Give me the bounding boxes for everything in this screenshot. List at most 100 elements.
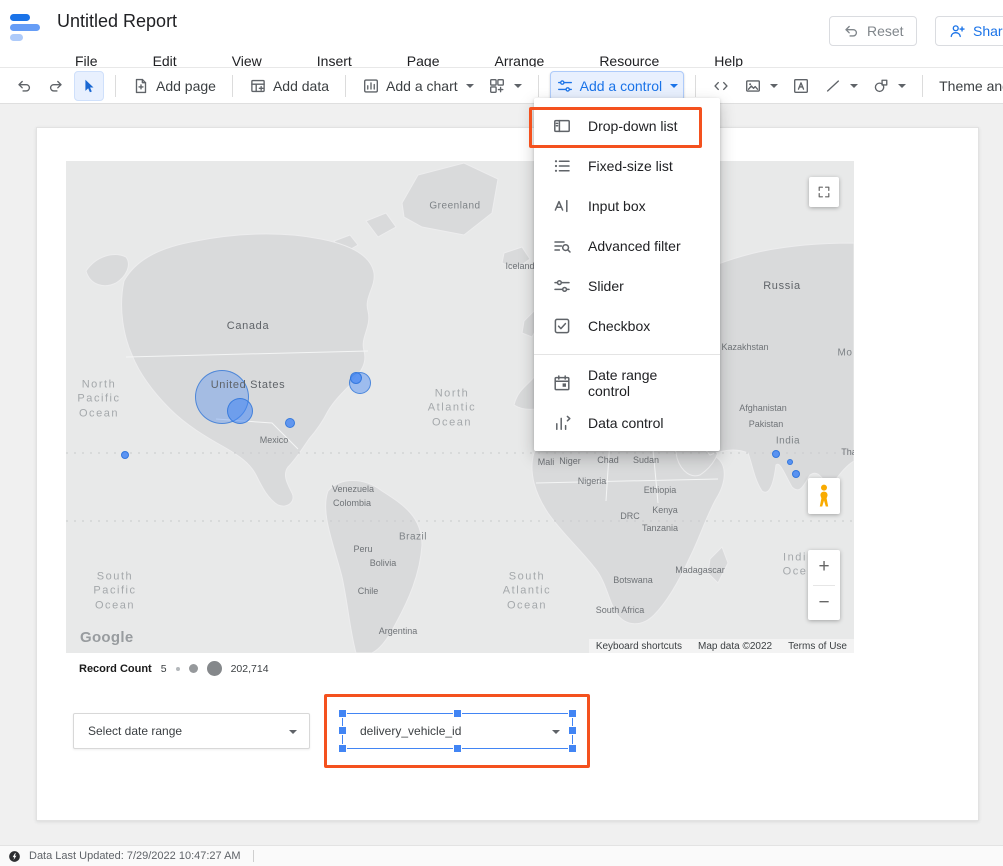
add-control-icon (556, 77, 574, 95)
shape-button[interactable] (867, 72, 911, 100)
select-tool-button[interactable] (74, 71, 104, 101)
text-box-button[interactable] (787, 72, 815, 100)
toolbar: Add page Add data Add a chart Add a control… (0, 67, 1003, 104)
selection-handle[interactable] (569, 710, 576, 717)
toolbar-separator (538, 75, 539, 97)
control-menu-item-input-box[interactable]: Input box (534, 186, 720, 226)
selection-handle[interactable] (454, 710, 461, 717)
chevron-down-icon (466, 84, 474, 88)
map-attribution-bar: Keyboard shortcuts Map data ©2022 Terms of… (589, 639, 854, 653)
report-title[interactable]: Untitled Report (57, 11, 177, 32)
map-data-label[interactable]: Map data ©2022 (698, 641, 772, 652)
add-chart-icon (362, 77, 380, 95)
menu-item-label: Checkbox (588, 318, 650, 334)
toolbar-separator (695, 75, 696, 97)
legend-dot-medium (189, 664, 198, 673)
legend-max-value: 202,714 (231, 663, 269, 675)
add-control-menu: Drop-down list Fixed-size list Input box Ad… (534, 98, 720, 451)
dropdown-control-delivery-vehicle-id[interactable]: delivery_vehicle_id (342, 713, 573, 749)
control-menu-item-data-control[interactable]: Data control (534, 403, 720, 443)
drop-down-list-icon (552, 116, 572, 136)
menu-item-label: Fixed-size list (588, 158, 673, 174)
add-control-button[interactable]: Add a control (550, 71, 685, 101)
share-label: Share (973, 23, 1003, 39)
embed-icon (712, 77, 730, 95)
shape-icon (872, 77, 890, 95)
fullscreen-button[interactable] (809, 177, 839, 207)
legend-dot-small (176, 667, 180, 671)
redo-button[interactable] (42, 72, 70, 100)
report-page[interactable]: GreenlandIcelandCanadaUnited StatesMexic… (36, 127, 979, 821)
selection-handle[interactable] (339, 710, 346, 717)
toolbar-separator (922, 75, 923, 97)
selection-handle[interactable] (339, 745, 346, 752)
add-page-button[interactable]: Add page (127, 72, 221, 100)
chevron-down-icon (770, 84, 778, 88)
status-bar: Data Last Updated: 7/29/2022 10:47:27 AM (0, 845, 1003, 866)
dropdown-field-label: delivery_vehicle_id (360, 724, 461, 738)
add-data-button[interactable]: Add data (244, 72, 334, 100)
data-studio-logo-icon[interactable] (10, 14, 46, 41)
reset-label: Reset (867, 23, 904, 39)
toolbar-separator (115, 75, 116, 97)
keyboard-shortcuts-link[interactable]: Keyboard shortcuts (596, 641, 682, 652)
terms-of-use-link[interactable]: Terms of Use (788, 641, 847, 652)
google-maps-logo[interactable]: Google (80, 629, 133, 646)
control-menu-item-slider[interactable]: Slider (534, 266, 720, 306)
toolbar-separator (345, 75, 346, 97)
selection-handle[interactable] (569, 727, 576, 734)
menu-item-label: Input box (588, 198, 646, 214)
selection-handle[interactable] (569, 745, 576, 752)
zoom-out-button[interactable]: − (808, 586, 840, 621)
menu-divider (534, 354, 720, 355)
undo-button[interactable] (10, 72, 38, 100)
toolbar-separator (232, 75, 233, 97)
line-button[interactable] (819, 72, 863, 100)
chevron-down-icon (289, 730, 297, 734)
slider-icon (552, 276, 572, 296)
menu-item-label: Date range control (588, 367, 702, 399)
input-box-icon (552, 196, 572, 216)
control-menu-item-checkbox[interactable]: Checkbox (534, 306, 720, 346)
community-visualizations-button[interactable] (483, 72, 527, 100)
date-range-label: Select date range (88, 724, 182, 738)
pegman-street-view-button[interactable] (808, 478, 840, 514)
embed-button[interactable] (707, 72, 735, 100)
control-menu-item-advanced-filter[interactable]: Advanced filter (534, 226, 720, 266)
world-map-graphic (66, 161, 854, 653)
looker-studio-app: Untitled Report FileEditViewInsertPageAr… (0, 0, 1003, 866)
chevron-down-icon (898, 84, 906, 88)
add-page-button-label: Add page (156, 78, 216, 94)
redo-icon (47, 77, 65, 95)
image-icon (744, 77, 762, 95)
add-chart-button-label: Add a chart (386, 78, 458, 94)
chevron-down-icon (850, 84, 858, 88)
data-freshness-icon (8, 850, 21, 863)
add-chart-button[interactable]: Add a chart (357, 72, 479, 100)
community-visualizations-icon (488, 77, 506, 95)
date-range-control[interactable]: Select date range (73, 713, 310, 749)
geo-bubble-map-chart[interactable]: GreenlandIcelandCanadaUnited StatesMexic… (66, 161, 854, 653)
line-icon (824, 77, 842, 95)
menu-item-label: Drop-down list (588, 118, 677, 134)
date-range-control-icon (552, 373, 572, 393)
control-menu-item-date-range-control[interactable]: Date range control (534, 363, 720, 403)
image-button[interactable] (739, 72, 783, 100)
control-menu-item-fixed-size-list[interactable]: Fixed-size list (534, 146, 720, 186)
menu-item-label: Advanced filter (588, 238, 681, 254)
legend-dot-large (207, 661, 222, 676)
data-control-icon (552, 413, 572, 433)
theme-and-layout-button[interactable]: Theme and layout (934, 73, 1003, 99)
advanced-filter-icon (552, 236, 572, 256)
share-button[interactable]: Share (935, 16, 1003, 46)
checkbox-icon (552, 316, 572, 336)
zoom-in-button[interactable]: + (808, 550, 840, 585)
add-data-button-label: Add data (273, 78, 329, 94)
theme-and-layout-button-label: Theme and layout (939, 78, 1003, 94)
add-page-icon (132, 77, 150, 95)
control-menu-item-drop-down-list[interactable]: Drop-down list (534, 106, 720, 146)
reset-button[interactable]: Reset (829, 16, 917, 46)
header: Untitled Report FileEditViewInsertPageAr… (0, 0, 1003, 67)
selection-handle[interactable] (454, 745, 461, 752)
selection-handle[interactable] (339, 727, 346, 734)
